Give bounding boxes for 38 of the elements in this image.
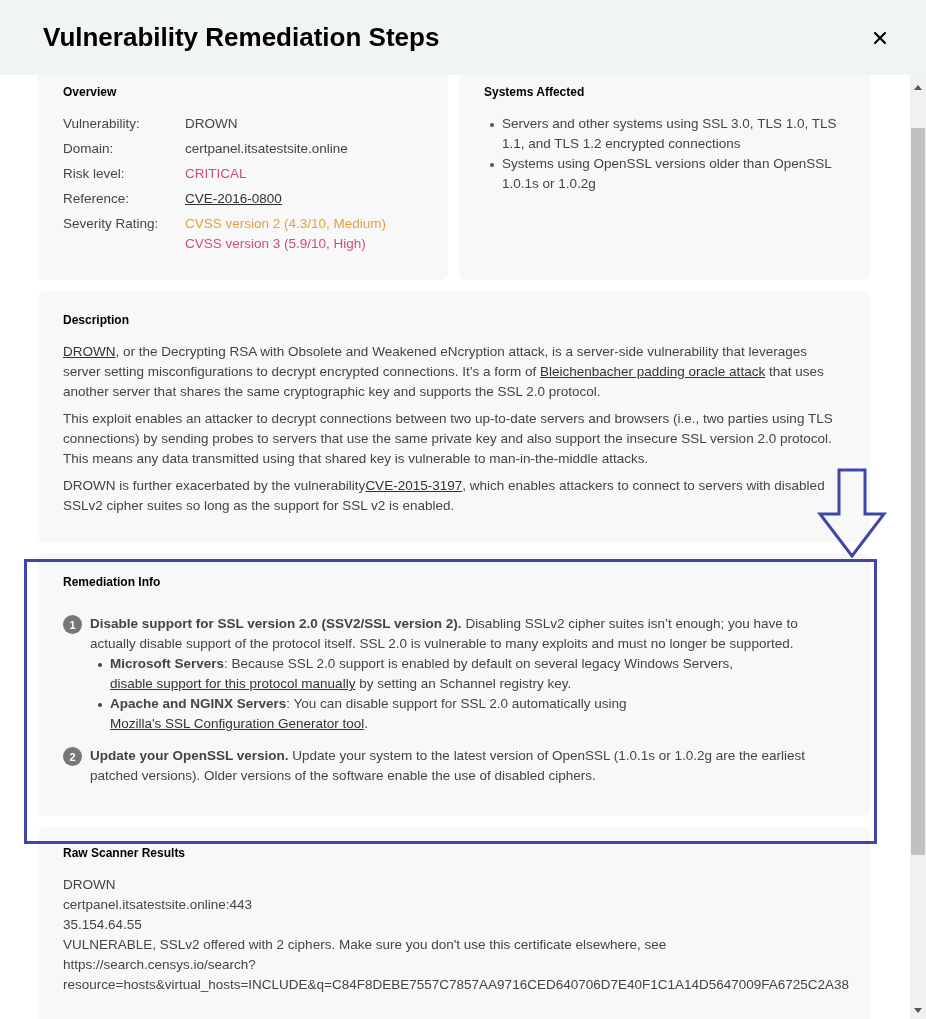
field-label: Vulnerability:: [63, 115, 141, 133]
bullet-text: Apache and NGINX Servers: You can disable support for SSL 2.0 automatically using Mozilla's SSL Configuration Generator tool.: [110, 695, 628, 733]
field-label: Domain:: [63, 140, 115, 158]
result-line: DROWN: [63, 876, 117, 894]
section-heading: Raw Scanner Results: [63, 845, 187, 862]
section-heading: Description: [63, 312, 130, 329]
link[interactable]: DROWN: [63, 344, 116, 359]
list-item: Servers and other systems using SSL 3.0, TLS 1.0, TLS 1.1, and TLS 1.2 encrypted connections: [502, 115, 838, 153]
field-value: CVSS version 3 (5.9/10, High): [185, 235, 367, 253]
link[interactable]: disable support for this protocol manually: [110, 676, 356, 691]
field-value: certpanel.itsatestsite.online: [185, 140, 348, 158]
paragraph: DROWN, or the Decrypting RSA with Obsolete and Weakened eNcryption attack, is a server-side vulnerability that leverages server setting misconfigurations to decrypt encrypted connections. It’s a form of Bleichenbacher padding oracle attack that uses another server that shares the same cryptographic key and supports the SSL 2.0 protocol.: [63, 343, 825, 401]
field-label: Risk level:: [63, 165, 126, 183]
result-line: https://search.censys.io/search?: [63, 956, 257, 974]
link[interactable]: CVE-2015-3197: [365, 478, 463, 493]
dialog-title: Vulnerability Remediation Steps: [43, 21, 440, 54]
field-value: CVSS version 2 (4.3/10, Medium): [185, 215, 387, 233]
result-line: certpanel.itsatestsite.online:443: [63, 896, 254, 914]
field-value: CRITICAL: [185, 165, 247, 183]
result-line: resource=hosts&virtual_hosts=INCLUDE&q=C84F8DEBE7557C7857AA9716CED640706D7E40F1C1A14D5647009FA6725C2A38: [63, 976, 851, 994]
result-line: VULNERABLE, SSLv2 offered with 2 ciphers. Make sure you don't use this certificate elsewhere, see: [63, 936, 668, 954]
step-number: 2: [63, 747, 82, 766]
step-text: Disable support for SSL version 2.0 (SSV2/SSL version 2). Disabling SSLv2 cipher suites isn’t enough; you have to actually disable support of the protocol itself. SSL 2.0 is vulnerable to many exploits and must no longer be supported.: [90, 615, 799, 653]
paragraph: DROWN is further exacerbated by the vulnerabilityCVE-2015-3197, which enables attackers to connect to servers with disabled SSLv2 cipher suites so long as the support for SSL v2 is enabled.: [63, 477, 826, 515]
step-number: 1: [63, 615, 82, 634]
paragraph: This exploit enables an attacker to decrypt connections between two up-to-date servers and browsers (i.e., two parties using TLS connections) by sending probes to servers that use the same private key and also support the insecure SSL version 2.0 protocol. This means any data transmitted using that shared key is vulnerable to man-in-the-middle attacks.: [63, 410, 834, 468]
bullet-text: Microsoft Servers: Because SSL 2.0 support is enabled by default on several legacy Windows Servers, disable support for this protocol manually by setting an Schannel registry key.: [110, 655, 735, 693]
list-item: Systems using OpenSSL versions older than OpenSSL 1.0.1s or 1.0.2g: [502, 155, 833, 193]
section-heading: Remediation Info: [63, 574, 162, 591]
link[interactable]: Bleichenbacher padding oracle attack: [540, 364, 766, 379]
step-text: Update your OpenSSL version. Update your system to the latest version of OpenSSL (1.0.1s or 1.0.2g are the earliest patched versions). Older versions of the software enable the use of disabled ciphers.: [90, 747, 807, 785]
result-line: 35.154.64.55: [63, 916, 143, 934]
field-label: Reference:: [63, 190, 131, 208]
section-heading: Overview: [63, 84, 118, 101]
field-value: DROWN: [185, 115, 238, 133]
field-label: Severity Rating:: [63, 215, 160, 233]
reference-link[interactable]: CVE-2016-0800: [185, 189, 282, 209]
section-heading: Systems Affected: [484, 84, 586, 101]
